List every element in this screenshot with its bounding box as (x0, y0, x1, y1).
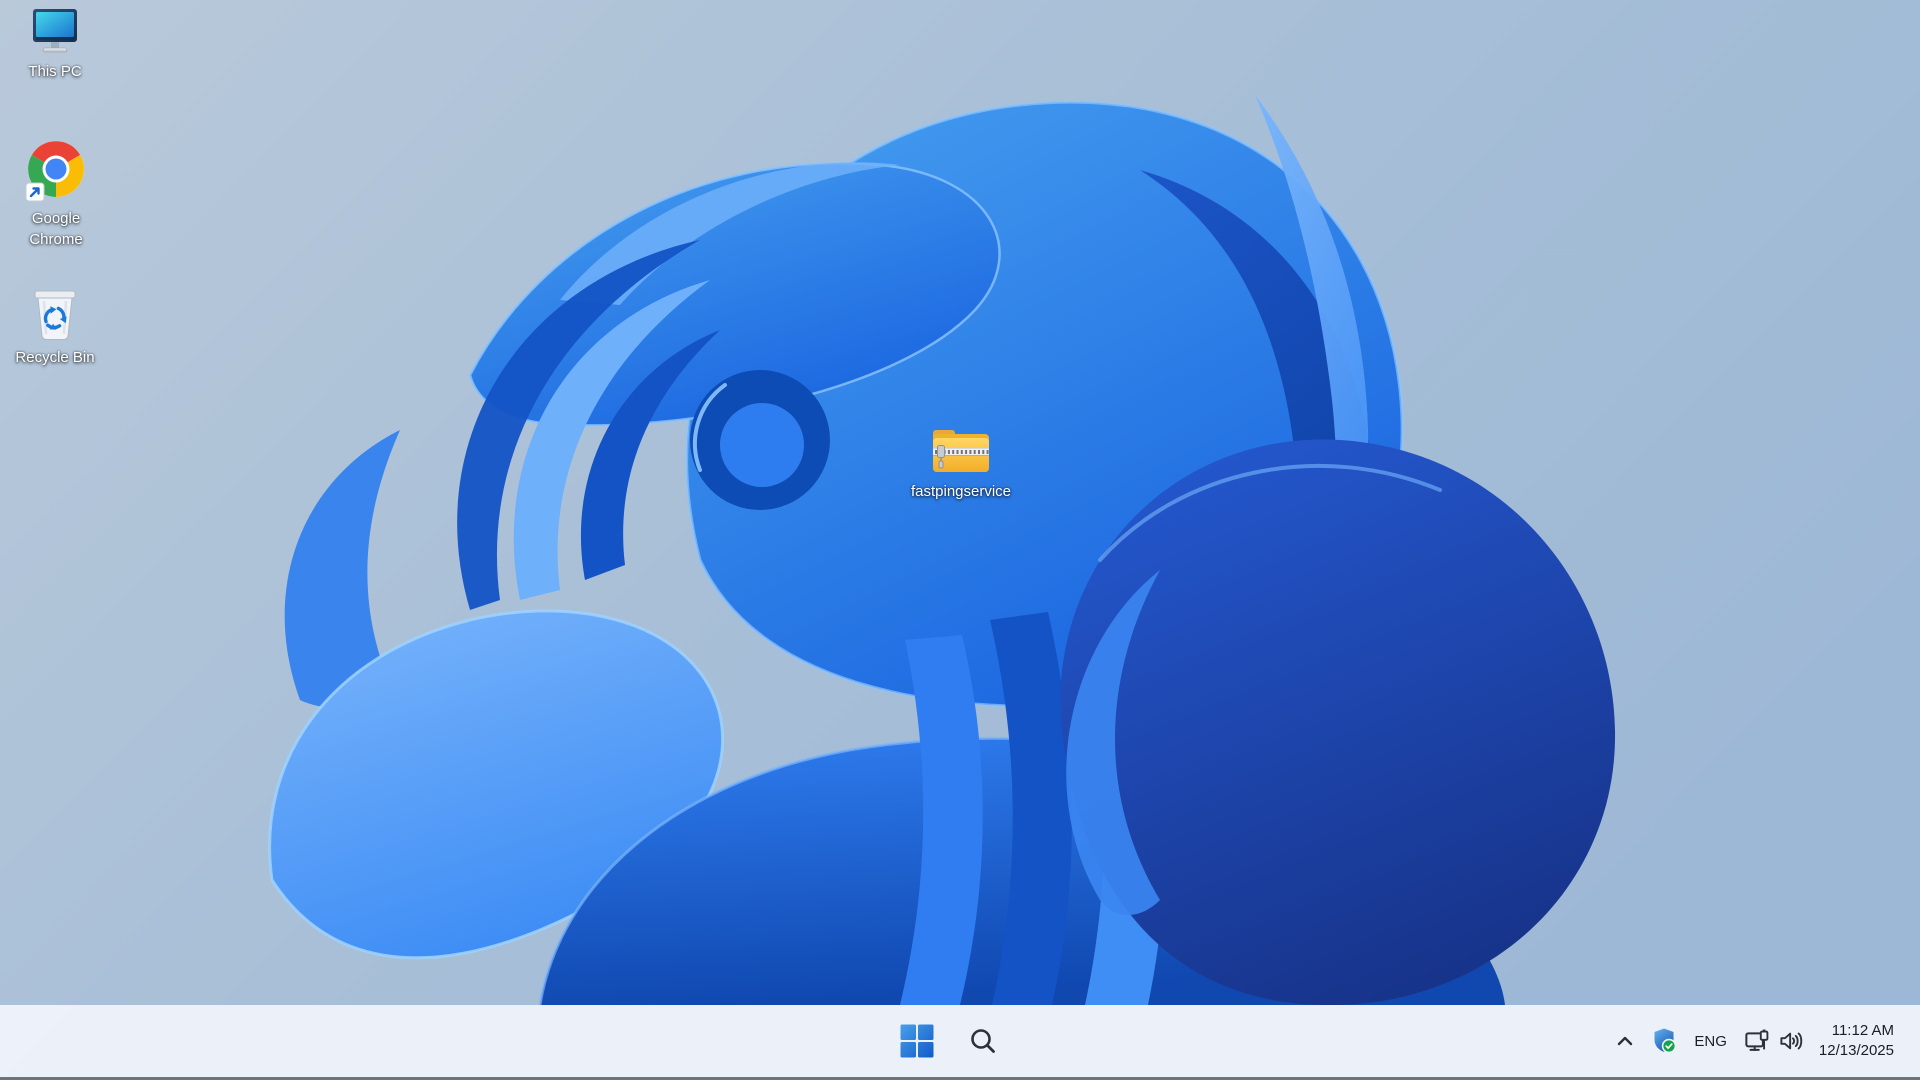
desktop-icon-google-chrome[interactable]: Google Chrome (8, 139, 104, 250)
security-shield-icon (1654, 1028, 1677, 1054)
language-label: ENG (1694, 1032, 1727, 1050)
desktop-icon-this-pc[interactable]: This PC (7, 6, 103, 82)
search-button[interactable] (960, 1018, 1006, 1064)
search-icon (971, 1029, 995, 1053)
shortcut-arrow-badge (25, 182, 45, 202)
desktop-icon-recycle-bin[interactable]: Recycle Bin (7, 284, 103, 368)
windows-logo-icon (900, 1024, 934, 1058)
tray-date: 12/13/2025 (1818, 1042, 1894, 1059)
volume-icon (1780, 1032, 1803, 1050)
tray-time: 11:12 AM (1831, 1022, 1894, 1039)
desktop-icon-label: Recycle Bin (15, 349, 95, 366)
desktop-icon-label: This PC (28, 63, 82, 80)
recycle-bin-icon (34, 290, 76, 340)
start-button[interactable] (894, 1018, 940, 1064)
network-ethernet-icon (1745, 1029, 1769, 1051)
zipped-folder-icon (933, 430, 989, 472)
windows-security-button[interactable] (1647, 1017, 1683, 1065)
desktop-icon-label: Google Chrome (29, 210, 83, 248)
wallpaper-bloom (0, 0, 1920, 1080)
chevron-up-icon (1618, 1036, 1633, 1046)
this-pc-icon (33, 9, 77, 53)
desktop-icon-fastpingservice-zip[interactable]: fastpingservice (901, 426, 1021, 502)
system-tray: ENG 11:12 AM 12/13/2025 (1609, 1005, 1920, 1077)
tray-show-hidden-icons-button[interactable] (1609, 1017, 1641, 1065)
clock-button[interactable]: 11:12 AM 12/13/2025 (1817, 1017, 1896, 1065)
taskbar: ENG 11:12 AM 12/13/2025 (0, 1005, 1920, 1080)
desktop-icon-label: fastpingservice (910, 483, 1012, 500)
taskbar-center-group (894, 1005, 1006, 1077)
language-indicator-button[interactable]: ENG (1689, 1017, 1732, 1065)
network-volume-button[interactable] (1738, 1017, 1811, 1065)
google-chrome-icon (25, 141, 84, 202)
